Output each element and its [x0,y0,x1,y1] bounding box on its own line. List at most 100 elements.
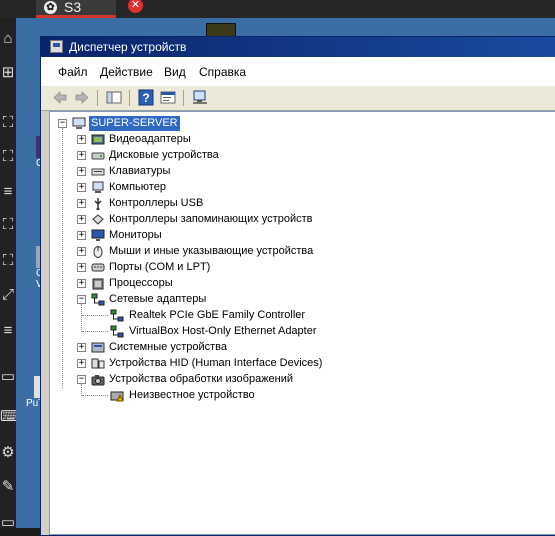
back-arrow-icon [53,91,67,104]
expand-icon[interactable]: + [77,167,86,176]
collapse-icon[interactable]: − [58,119,67,128]
tree-category-label: Мыши и иные указывающие устройства [109,245,314,257]
menu-help[interactable]: Справка [199,65,246,79]
fit-screen-icon[interactable]: ⛶ [0,148,16,166]
scale-icon[interactable]: ⛶ [0,252,16,270]
tree-category-label: Дисковые устройства [109,149,219,161]
properties-button[interactable] [159,89,177,106]
tree-connector [82,331,108,332]
toolbar-separator [183,90,184,106]
help-button[interactable]: ? [137,89,155,106]
tree-device-label: Неизвестное устройство [129,389,255,401]
viewer-top-bar: ✿ S3 ✕ [0,0,555,18]
help-icon: ? [138,89,154,106]
tree-category-label: Системные устройства [109,341,228,353]
toolbar: ? [41,85,555,111]
hid-icon [91,357,105,370]
expand-icon[interactable]: + [77,263,86,272]
tree-root-label: SUPER-SERVER [89,116,180,131]
tree-category-label: Устройства HID (Human Interface Devices) [109,357,323,369]
svg-text:!: ! [119,397,120,403]
mouse-icon [91,245,105,258]
tree-category-label: Устройства обработки изображений [109,373,294,385]
collapse-icon[interactable]: − [77,295,86,304]
tree-category-label: Контроллеры запоминающих устройств [109,213,313,225]
storage-controller-icon [91,213,105,226]
scan-hardware-button[interactable] [191,89,209,106]
keyboard-icon[interactable]: ⌨ [0,408,16,426]
title-bar[interactable]: Диспетчер устройств [41,37,555,57]
menu-file[interactable]: Файл [58,65,88,79]
menu-view[interactable]: Вид [164,65,186,79]
viewer-tab-s3[interactable]: ✿ S3 ✕ [36,0,143,18]
computer-icon [91,181,105,194]
viewer-side-toolbar: ⌂ ⊞ ⛶ ⛶ ≡ ⛶ ⛶ ⤢ ≡ ▭ ⌨ ⚙ ✎ ▭ [0,18,16,531]
device-manager-window: Диспетчер устройств Файл Действие Вид Сп… [40,36,555,536]
device-tree: − SUPER-SERVER + Видеоадаптеры + Дисковые у… [49,111,555,535]
expand-icon[interactable]: + [77,231,86,240]
tree-connector [81,304,82,332]
home-icon[interactable]: ⌂ [0,30,16,48]
close-icon[interactable]: ✕ [128,0,143,13]
add-icon[interactable]: ⊞ [0,64,16,82]
unknown-device-icon: ! [110,389,124,403]
show-hide-tree-button[interactable] [105,89,123,106]
back-button[interactable] [51,89,69,106]
tree-category-label: Контроллеры USB [109,197,204,209]
expand-icon[interactable]: + [77,279,86,288]
keyboard-icon [91,165,105,178]
expand-icon[interactable]: + [77,247,86,256]
computer-icon [72,117,86,130]
network-device-icon [110,309,124,322]
settings-icon[interactable]: ⚙ [0,444,16,462]
network-device-icon [110,325,124,338]
display-adapter-icon [91,133,105,146]
tree-category-label: Компьютер [109,181,166,193]
tree-category-label: Порты (COM и LPT) [109,261,211,273]
menu-icon[interactable]: ≡ [0,183,16,201]
disk-drive-icon [91,149,105,162]
expand-icon[interactable]: + [77,199,86,208]
tree-device-label: Realtek PCIe GbE Family Controller [129,309,306,321]
menu-bar: Файл Действие Вид Справка [41,57,555,85]
tree-category-label: Видеоадаптеры [109,133,191,145]
more-icon[interactable]: ▭ [0,514,16,532]
tree-category-label: Мониторы [109,229,162,241]
forward-arrow-icon [75,91,89,104]
usb-icon [91,197,105,211]
window-title: Диспетчер устройств [69,40,187,54]
expand-icon[interactable]: + [77,135,86,144]
svg-text:?: ? [142,91,149,105]
menu-icon[interactable]: ≡ [0,322,16,340]
menu-action[interactable]: Действие [100,65,153,79]
tree-category-label: Процессоры [109,277,173,289]
expand-icon[interactable]: ⤢ [0,286,16,304]
monitor-icon [91,229,105,242]
tree-connector [82,315,108,316]
tree-connector [82,395,108,396]
window-icon[interactable]: ▭ [0,368,16,386]
tree-connector [81,384,82,396]
collapse-icon[interactable]: − [77,375,86,384]
port-icon [91,261,105,274]
expand-icon[interactable]: + [77,215,86,224]
expand-icon[interactable]: + [77,183,86,192]
tree-connector [62,128,63,388]
scan-hardware-icon [193,90,207,104]
network-adapter-icon [91,293,105,306]
expand-icon[interactable]: + [77,359,86,368]
expand-icon[interactable]: + [77,151,86,160]
tree-category-label: Сетевые адаптеры [109,293,207,305]
tree-device-label: VirtualBox Host-Only Ethernet Adapter [129,325,317,337]
toolbar-separator [129,90,130,106]
tree-category-label: Клавиатуры [109,165,171,177]
properties-icon [160,91,176,104]
resize-icon[interactable]: ⛶ [0,216,16,234]
tools-icon[interactable]: ✎ [0,478,16,496]
connection-icon: ✿ [44,1,57,14]
imaging-device-icon [91,373,105,386]
expand-icon[interactable]: + [77,343,86,352]
fullscreen-icon[interactable]: ⛶ [0,114,16,132]
forward-button[interactable] [73,89,91,106]
toolbar-separator [97,90,98,106]
